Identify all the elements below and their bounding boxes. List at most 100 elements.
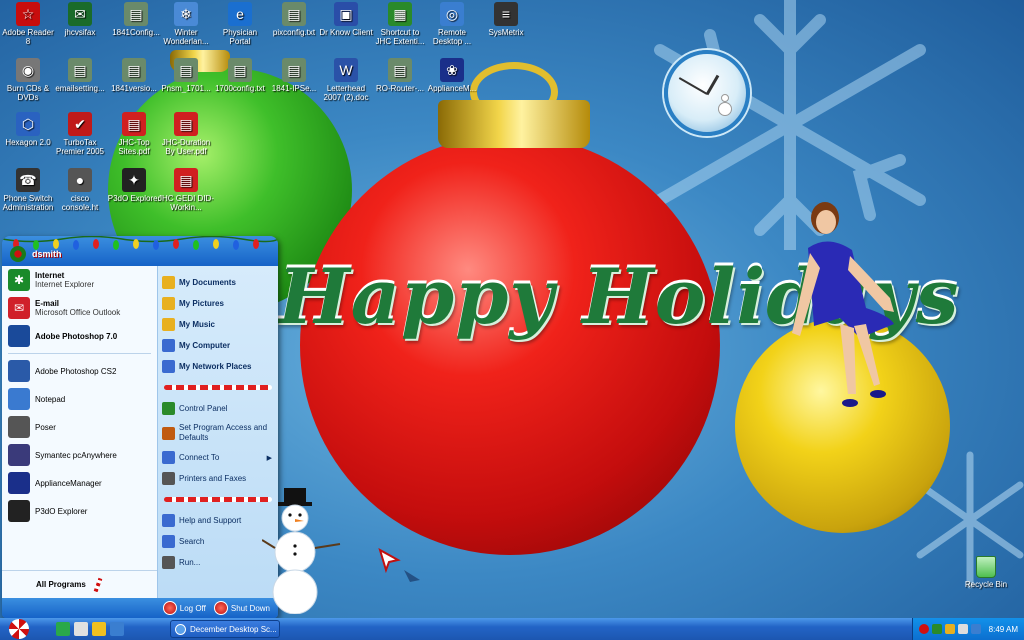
- desktop-icon-winter-wonderland[interactable]: ❄ Winter Wonderlan...: [158, 2, 214, 46]
- start-control-panel[interactable]: Control Panel: [158, 398, 278, 419]
- internet-explorer-icon: e: [228, 2, 252, 26]
- text-file-icon: ▤: [388, 58, 412, 82]
- all-programs-button[interactable]: All Programs: [2, 570, 157, 598]
- holly-icon: [10, 246, 26, 262]
- desktop-icon-1841version[interactable]: ▤ 1841versio...: [106, 58, 162, 93]
- chat-icon[interactable]: [92, 622, 106, 636]
- start-menu-footer: Log Off Shut Down: [2, 598, 278, 618]
- fax-icon: ✉: [68, 2, 92, 26]
- desktop-icon-1841config[interactable]: ▤ 1841Config...: [108, 2, 164, 37]
- fairy-figure: [792, 202, 894, 407]
- clock-gadget[interactable]: [664, 50, 750, 136]
- desktop-icon-jhc-duration[interactable]: ▤ JHC-Duration By User.pdf: [158, 112, 214, 156]
- desktop-icon-p3do-explorer[interactable]: ✦ P3dO Explorer: [106, 168, 162, 203]
- taskbar-button-december-desktop[interactable]: December Desktop Sc...: [170, 620, 280, 638]
- desktop-icon-jhcvsifax[interactable]: ✉ jhcvsifax: [52, 2, 108, 37]
- start-printers-faxes[interactable]: Printers and Faxes: [158, 468, 278, 489]
- start-run[interactable]: Run...: [158, 552, 278, 573]
- start-recent-notepad[interactable]: Notepad: [2, 385, 157, 413]
- printer-icon: [162, 472, 175, 485]
- start-recent-appliance-manager[interactable]: ApplianceManager: [2, 469, 157, 497]
- start-my-computer[interactable]: My Computer: [158, 335, 278, 356]
- text-file-icon: ▤: [282, 2, 306, 26]
- desktop-icon-jhc-gedi[interactable]: ▤ JHC GEDI DID-Workin...: [158, 168, 214, 212]
- desktop-icon-letterhead[interactable]: W Letterhead 2007 (2).doc: [318, 58, 374, 102]
- start-search[interactable]: Search: [158, 531, 278, 552]
- desktop-icon-phone-switch[interactable]: ☎ Phone Switch Administration: [0, 168, 56, 212]
- desktop-icon-dr-know-client[interactable]: ▣ Dr Know Client: [318, 2, 374, 37]
- start-recent-photoshop-cs2[interactable]: Adobe Photoshop CS2: [2, 357, 157, 385]
- desktop-icon-hexagon[interactable]: ⬡ Hexagon 2.0: [0, 112, 56, 147]
- poser-icon: [8, 416, 30, 438]
- desktop-icon-pixconfig[interactable]: ▤ pixconfig.txt: [266, 2, 322, 37]
- snowman-decoration: [262, 488, 341, 614]
- computer-icon: [162, 339, 175, 352]
- start-my-pictures[interactable]: My Pictures: [158, 293, 278, 314]
- quick-launch: [56, 622, 124, 636]
- program-access-icon: [162, 426, 175, 440]
- start-set-program-access[interactable]: Set Program Access and Defaults: [158, 419, 278, 447]
- desktop-icon-emailsetting[interactable]: ▤ emailsetting...: [52, 58, 108, 93]
- start-pinned-internet[interactable]: ✱ Internet Internet Explorer: [2, 266, 157, 294]
- log-off-icon: [162, 601, 177, 615]
- appliance-manager-icon: ❀: [440, 58, 464, 82]
- run-icon: [162, 556, 175, 569]
- desktop-icon-adobe-reader[interactable]: ☆ Adobe Reader 8: [0, 2, 56, 46]
- desktop-icon-sysmetrix[interactable]: ≡ SysMetrix: [478, 2, 534, 37]
- taskbar: December Desktop Sc... 8:49 AM: [0, 618, 1024, 640]
- desktop-icon-pnsm[interactable]: ▤ Pnsm_1701...: [158, 58, 214, 93]
- taskbar-clock[interactable]: 8:49 AM: [989, 625, 1018, 634]
- desktop-icon-jhc-extension[interactable]: ▦ Shortcut to JHC Extenti...: [372, 2, 428, 46]
- desktop-icon-jhc-top-sites[interactable]: ▤ JHC-Top Sites.pdf: [106, 112, 162, 156]
- phone-icon: ☎: [16, 168, 40, 192]
- start-my-music[interactable]: My Music: [158, 314, 278, 335]
- pictures-folder-icon: [162, 297, 175, 310]
- security-tray-icon[interactable]: [945, 624, 955, 634]
- pcanywhere-icon: [8, 444, 30, 466]
- start-recent-pcanywhere[interactable]: Symantec pcAnywhere: [2, 441, 157, 469]
- start-recent-p3do-explorer[interactable]: P3dO Explorer: [2, 497, 157, 525]
- app-window-icon: ▣: [334, 2, 358, 26]
- candy-cane-separator: [164, 497, 272, 502]
- desktop-icon-remote-desktop[interactable]: ◎ Remote Desktop ...: [424, 2, 480, 46]
- start-my-network-places[interactable]: My Network Places: [158, 356, 278, 377]
- start-recent-photoshop-7[interactable]: Adobe Photoshop 7.0: [2, 322, 157, 350]
- photoshop-icon: [8, 325, 30, 347]
- log-off-button[interactable]: Log Off: [162, 601, 206, 615]
- desktop-icon-ro-router[interactable]: ▤ RO-Router-...: [372, 58, 428, 93]
- network-tray-icon[interactable]: [932, 624, 942, 634]
- start-help-support[interactable]: Help and Support: [158, 510, 278, 531]
- start-connect-to[interactable]: Connect To ▶: [158, 447, 278, 468]
- search-icon: [162, 535, 175, 548]
- word-document-icon: W: [334, 58, 358, 82]
- start-button[interactable]: [0, 618, 38, 640]
- show-desktop-icon[interactable]: [56, 622, 70, 636]
- apple-tray-icon[interactable]: [919, 624, 929, 634]
- start-pinned-email[interactable]: ✉ E-mail Microsoft Office Outlook: [2, 294, 157, 322]
- start-menu-separator: [8, 353, 151, 354]
- desktop-icon-1841-ipsec[interactable]: ▤ 1841-IPSe...: [266, 58, 322, 93]
- volume-tray-icon[interactable]: [958, 624, 968, 634]
- desktop-icon-turbotax[interactable]: ✔ TurboTax Premier 2005: [52, 112, 108, 156]
- internet-explorer-icon[interactable]: [110, 622, 124, 636]
- peppermint-icon: [9, 619, 29, 639]
- help-icon: [162, 514, 175, 527]
- desktop-icon-1700config[interactable]: ▤ 1700config.txt: [212, 58, 268, 93]
- text-file-icon: ▤: [228, 58, 252, 82]
- desktop-icon-appliance-manager[interactable]: ❀ ApplianceM...: [424, 58, 480, 93]
- control-panel-icon: [162, 402, 175, 415]
- start-my-documents[interactable]: My Documents: [158, 272, 278, 293]
- monitor-tray-icon[interactable]: [971, 624, 981, 634]
- clock-hour-hand: [705, 74, 720, 96]
- candy-cane-separator: [164, 385, 272, 390]
- desktop-icon-cisco-console[interactable]: ● cisco console.ht: [52, 168, 108, 212]
- start-recent-poser[interactable]: Poser: [2, 413, 157, 441]
- desktop-icon-physician-portal[interactable]: e Physician Portal: [212, 2, 268, 46]
- start-menu-username: dsmith: [32, 249, 62, 259]
- desktop-icon-burn-cds[interactable]: ◉ Burn CDs & DVDs: [0, 58, 56, 102]
- outlook-icon[interactable]: [74, 622, 88, 636]
- desktop-icon-recycle-bin[interactable]: Recycle Bin: [962, 556, 1010, 589]
- start-menu-places-pane: My Documents My Pictures My Music My Com…: [158, 266, 278, 598]
- christmas-lights: [2, 236, 278, 250]
- text-file-icon: ▤: [282, 58, 306, 82]
